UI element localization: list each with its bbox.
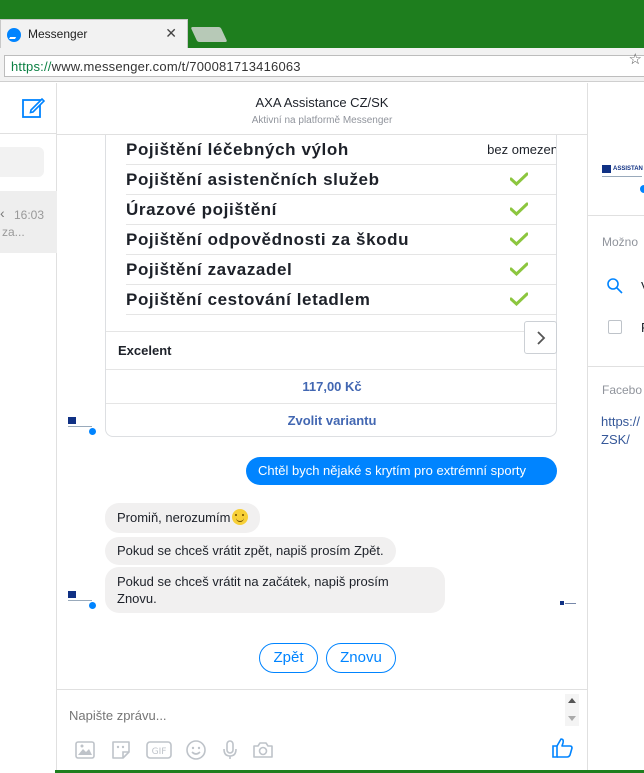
compose-icon[interactable] [21, 96, 45, 120]
svg-text:GIF: GIF [152, 747, 167, 757]
panel-divider [588, 215, 644, 216]
search-icon[interactable] [606, 277, 624, 295]
checkmark-icon [510, 172, 528, 186]
conversation-snippet: za... [2, 225, 25, 239]
new-tab-button[interactable] [190, 27, 228, 42]
coverage-row: Úrazové pojištění [126, 195, 556, 225]
photo-icon[interactable] [73, 738, 97, 762]
coverage-name: Pojištění zavazadel [126, 260, 293, 279]
conversation-search-input[interactable] [0, 147, 44, 177]
microphone-icon[interactable] [218, 738, 242, 762]
conversation-item[interactable] [0, 191, 57, 253]
incoming-message[interactable]: Pokud se chceš vrátit zpět, napiš prosím… [105, 537, 396, 565]
url-scheme: https:// [11, 59, 52, 74]
facebook-page-link[interactable]: https://ZSK/ [601, 413, 644, 449]
message-input[interactable] [69, 708, 549, 723]
checkmark-icon [510, 202, 528, 216]
card-divider [106, 403, 556, 404]
smile-emoji-icon [232, 509, 249, 525]
input-scrollbar[interactable] [565, 694, 579, 726]
coverage-row: Pojištění asistenčních služeb [126, 165, 556, 195]
tab-title: Messenger [28, 27, 88, 41]
insurance-offer-card: Pojištění léčebných výloh bez omezen Poj… [105, 135, 557, 437]
url-text: https://www.messenger.com/t/700081713416… [11, 59, 301, 74]
conversation-list: ‹ 16:03 za... [0, 83, 57, 773]
sticker-icon[interactable] [109, 738, 133, 762]
messenger-favicon-icon [7, 28, 21, 42]
checkmark-icon [510, 292, 528, 306]
message-text: Pokud se chceš vrátit na začátek, napiš … [117, 574, 389, 589]
coverage-name: Pojištění asistenčních služeb [126, 170, 380, 189]
coverage-value: bez omezen [487, 142, 557, 157]
facebook-section-label: Facebo [602, 383, 643, 397]
outgoing-message[interactable]: Chtěl bych nějaké s krytím pro extrémní … [246, 457, 557, 485]
message-text: Znovu. [117, 591, 157, 606]
message-text: Promiň, nerozumím [117, 510, 231, 525]
carousel-next-button[interactable] [524, 321, 557, 354]
seen-indicator-icon [560, 601, 576, 607]
choose-variant-button[interactable]: Zvolit variantu [106, 413, 556, 428]
url-path: www.messenger.com/t/700081713416063 [51, 59, 301, 74]
card-divider [106, 331, 556, 332]
coverage-name: Pojištění léčebných výloh [126, 140, 349, 159]
message-composer: GIF [57, 689, 587, 773]
address-bar[interactable]: https://www.messenger.com/t/700081713416… [4, 55, 644, 77]
quick-reply-back-button[interactable]: Zpět [259, 643, 318, 673]
conversation-header: AXA Assistance CZ/SK Aktivní na platform… [57, 83, 587, 135]
conversation-title[interactable]: AXA Assistance CZ/SK [57, 95, 587, 110]
messenger-badge-icon [88, 427, 97, 436]
messenger-app: ‹ 16:03 za... AXA Assistance CZ/SK Aktiv… [0, 83, 644, 773]
chevron-right-icon [537, 331, 546, 345]
conversation-info-panel: ASSISTAN Možno V F Facebo https://ZSK/ [587, 83, 644, 773]
chevron-left-icon: ‹ [0, 205, 5, 221]
plan-price[interactable]: 117,00 Kč [106, 379, 556, 394]
coverage-row: Pojištění zavazadel [126, 255, 556, 285]
checkmark-icon [510, 262, 528, 276]
browser-titlebar: Messenger ✕ [0, 0, 644, 49]
incoming-message[interactable]: Promiň, nerozumím [105, 503, 261, 533]
conversation-time: 16:03 [14, 208, 45, 222]
like-thumb-icon[interactable] [551, 736, 575, 760]
left-divider [0, 133, 57, 134]
camera-icon[interactable] [251, 738, 275, 762]
gif-icon[interactable]: GIF [145, 738, 173, 762]
coverage-row: Pojištění léčebných výloh bez omezen [126, 135, 557, 165]
plan-name: Excelent [118, 343, 172, 358]
coverage-row: Pojištění odpovědnosti za škodu [126, 225, 556, 255]
incoming-message[interactable]: Pokud se chceš vrátit na začátek, napiš … [105, 567, 445, 613]
bot-avatar[interactable] [68, 591, 98, 611]
browser-tab[interactable]: Messenger ✕ [0, 19, 188, 49]
panel-divider [588, 366, 644, 367]
coverage-name: Úrazové pojištění [126, 200, 277, 219]
conversation-status: Aktivní na platformě Messenger [251, 115, 393, 126]
axa-brand-logo-icon[interactable]: ASSISTAN [602, 165, 644, 195]
checkmark-icon [510, 232, 528, 246]
quick-reply-again-button[interactable]: Znovu [326, 643, 396, 673]
card-divider [106, 369, 556, 370]
option-checkbox[interactable] [608, 320, 622, 334]
options-label: Možno [602, 235, 639, 249]
browser-toolbar: https://www.messenger.com/t/700081713416… [0, 48, 644, 82]
bookmark-star-icon[interactable]: ☆ [629, 50, 642, 68]
messenger-badge-icon [88, 601, 97, 610]
brand-text: ASSISTAN [613, 166, 643, 172]
bot-avatar[interactable] [68, 417, 98, 437]
coverage-name: Pojištění odpovědnosti za škodu [126, 230, 410, 249]
coverage-name: Pojištění cestování letadlem [126, 290, 371, 309]
coverage-row: Pojištění cestování letadlem [126, 285, 556, 315]
emoji-icon[interactable] [184, 738, 208, 762]
tab-close-icon[interactable]: ✕ [165, 25, 177, 42]
scroll-down-icon[interactable] [568, 716, 576, 721]
scroll-up-icon[interactable] [568, 698, 576, 703]
